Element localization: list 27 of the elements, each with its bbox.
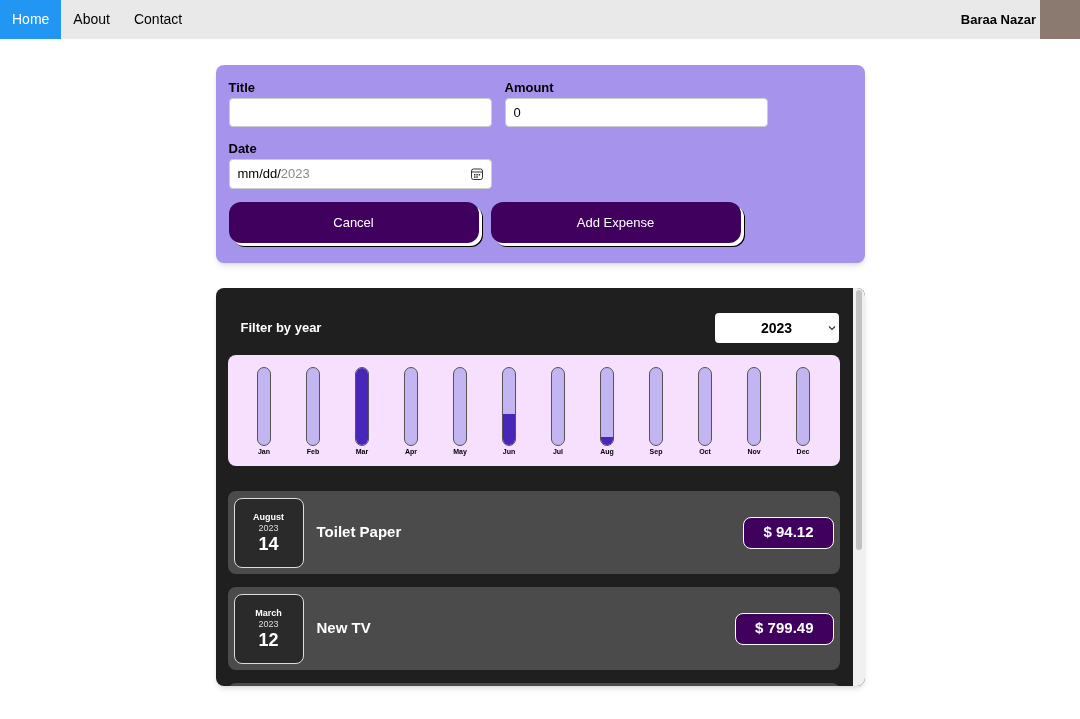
field-label: Title xyxy=(228,79,256,96)
expense-day: 14 xyxy=(258,534,279,553)
input-field[interactable] xyxy=(228,98,492,127)
user-name: Baraa Nazar xyxy=(960,10,1036,29)
photo-placeholder xyxy=(1040,0,1080,39)
date-hint: 2023 xyxy=(280,166,310,182)
expense-title: Toilet Paper xyxy=(316,522,403,543)
date-value: mm/dd/ xyxy=(237,166,281,182)
filter-label: Filter by year xyxy=(240,319,322,338)
expense-amount: $ 94.12 xyxy=(743,516,834,549)
calendar-icon xyxy=(470,168,483,180)
expense-year: 2023 xyxy=(258,619,279,629)
expense-month: March xyxy=(255,608,282,618)
expense-day: 12 xyxy=(258,630,279,649)
expense-year: 2023 xyxy=(258,523,279,533)
expense-month: August xyxy=(253,512,284,522)
field-label: Date xyxy=(228,140,258,157)
scrollbar[interactable] xyxy=(852,288,865,686)
expense-title: New TV xyxy=(316,618,372,639)
date-field[interactable]: mm/dd/2023 xyxy=(228,159,492,189)
input-field[interactable]: 0 xyxy=(504,98,768,127)
field-label: Amount xyxy=(504,79,555,96)
expense-amount: $ 799.49 xyxy=(735,612,834,645)
nav-link[interactable]: About xyxy=(61,0,122,39)
chevron-down-icon xyxy=(827,325,836,331)
year-select[interactable]: 2023 xyxy=(714,313,839,343)
nav-link[interactable]: Contact xyxy=(121,0,195,39)
